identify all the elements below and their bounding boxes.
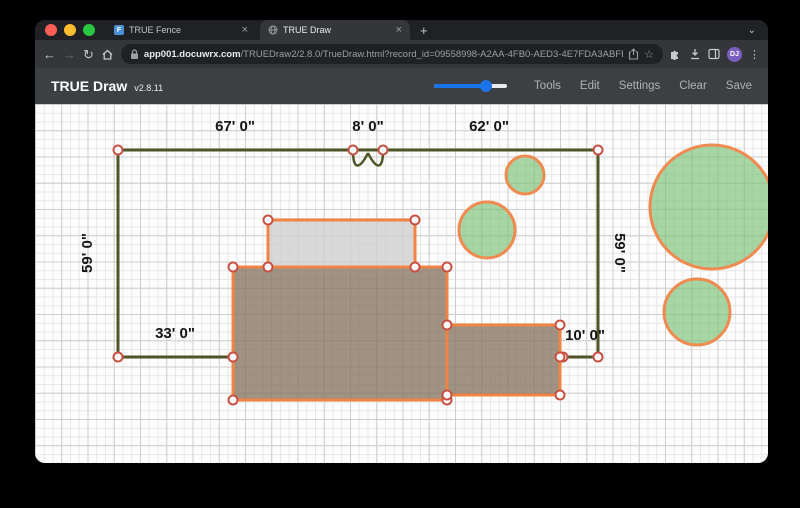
- menu-save[interactable]: Save: [726, 80, 752, 92]
- close-window-button[interactable]: [45, 24, 57, 36]
- menu-edit[interactable]: Edit: [580, 80, 600, 92]
- tree-circle[interactable]: [459, 202, 515, 258]
- zoom-window-button[interactable]: [83, 24, 95, 36]
- dimension-label: 59' 0": [611, 233, 628, 273]
- app-version: v2.8.11: [134, 83, 163, 93]
- tree-circle[interactable]: [506, 156, 544, 194]
- vertex-handle[interactable]: [114, 353, 123, 362]
- zoom-slider[interactable]: [434, 80, 507, 92]
- dimension-label: 10' 0": [565, 327, 605, 344]
- vertex-handle[interactable]: [443, 263, 452, 272]
- menu-clear[interactable]: Clear: [679, 80, 706, 92]
- tab-title: TRUE Draw: [283, 25, 391, 35]
- menu-tools[interactable]: Tools: [534, 80, 561, 92]
- vertex-handle[interactable]: [264, 263, 273, 272]
- zoom-slider-thumb[interactable]: [480, 80, 492, 92]
- vertex-handle[interactable]: [229, 353, 238, 362]
- vertex-handle[interactable]: [443, 391, 452, 400]
- desktop: { "window": { "traffic_lights": { "close…: [0, 0, 800, 508]
- gate-icon[interactable]: [353, 151, 383, 166]
- back-icon[interactable]: ←: [43, 48, 56, 61]
- vertex-handle[interactable]: [594, 146, 603, 155]
- dimension-label: 62' 0": [469, 118, 509, 135]
- zoom-slider-fill: [434, 84, 486, 88]
- vertex-handle[interactable]: [556, 321, 565, 330]
- reload-icon[interactable]: ↻: [83, 48, 94, 61]
- downloads-icon[interactable]: [689, 48, 701, 60]
- dimension-label: 33' 0": [155, 325, 195, 342]
- app-toolbar: TRUE Draw v2.8.11 Tools Edit Settings Cl…: [35, 68, 768, 104]
- new-tab-button[interactable]: +: [420, 23, 428, 38]
- main-building[interactable]: [233, 267, 447, 400]
- vertex-handle[interactable]: [411, 263, 420, 272]
- lock-icon: [130, 49, 139, 60]
- vertex-handle[interactable]: [229, 263, 238, 272]
- vertex-handle[interactable]: [229, 396, 238, 405]
- tree-circle[interactable]: [664, 279, 730, 345]
- share-icon[interactable]: [628, 48, 639, 60]
- tree-circle[interactable]: [650, 145, 768, 269]
- vertex-handle[interactable]: [411, 216, 420, 225]
- app-title: TRUE Draw: [51, 78, 127, 94]
- browser-menu-icon[interactable]: ⋮: [749, 48, 760, 61]
- browser-window: F TRUE Fence × TRUE Draw × + ⌄ ← → ↻: [35, 20, 768, 463]
- address-bar[interactable]: app001.docuwrx.com/TRUEDraw2/2.8.0/TrueD…: [121, 44, 663, 64]
- vertex-handle[interactable]: [264, 216, 273, 225]
- dimension-label: 8' 0": [352, 118, 384, 135]
- browser-toolbar: ← → ↻ app001.docuwrx.com/TRUEDraw2/2.8.0…: [35, 40, 768, 68]
- vertex-handle[interactable]: [349, 146, 358, 155]
- url-text[interactable]: app001.docuwrx.com/TRUEDraw2/2.8.0/TrueD…: [144, 49, 623, 60]
- globe-favicon-icon: [268, 25, 278, 35]
- gray-structure[interactable]: [268, 220, 415, 267]
- forward-icon[interactable]: →: [63, 48, 76, 61]
- menu-settings[interactable]: Settings: [619, 80, 661, 92]
- bookmark-star-icon[interactable]: ☆: [644, 48, 654, 61]
- profile-avatar[interactable]: DJ: [727, 47, 742, 62]
- tab-bar: F TRUE Fence × TRUE Draw × + ⌄: [35, 20, 768, 40]
- side-panel-icon[interactable]: [708, 48, 720, 60]
- drawing-svg[interactable]: 67' 0" 8' 0" 62' 0" 59' 0" 59' 0" 33' 0" 10' 0…: [35, 104, 768, 463]
- dimension-label: 67' 0": [215, 118, 255, 135]
- vertex-handle[interactable]: [594, 353, 603, 362]
- tab-search-chevron-icon[interactable]: ⌄: [748, 25, 756, 36]
- vertex-handle[interactable]: [379, 146, 388, 155]
- app-menu: Tools Edit Settings Clear Save: [434, 80, 752, 92]
- close-tab-icon[interactable]: ×: [242, 25, 248, 36]
- vertex-handle[interactable]: [556, 391, 565, 400]
- tab-title: TRUE Fence: [129, 25, 237, 35]
- vertex-handle[interactable]: [443, 321, 452, 330]
- vertex-handle[interactable]: [556, 353, 565, 362]
- url-domain: app001.docuwrx.com: [144, 49, 241, 60]
- vertex-handle[interactable]: [114, 146, 123, 155]
- url-path: /TRUEDraw2/2.8.0/TrueDraw.html?record_id…: [241, 49, 624, 60]
- side-building[interactable]: [447, 325, 560, 395]
- true-fence-favicon-icon: F: [114, 25, 124, 35]
- drawing-canvas[interactable]: 67' 0" 8' 0" 62' 0" 59' 0" 59' 0" 33' 0" 10' 0…: [35, 104, 768, 463]
- extensions-icon[interactable]: [670, 48, 682, 60]
- dimension-label: 59' 0": [79, 233, 96, 273]
- tab-true-fence[interactable]: F TRUE Fence ×: [106, 20, 256, 40]
- home-icon[interactable]: [101, 48, 114, 61]
- close-tab-icon[interactable]: ×: [396, 25, 402, 36]
- tab-true-draw[interactable]: TRUE Draw ×: [260, 20, 410, 40]
- minimize-window-button[interactable]: [64, 24, 76, 36]
